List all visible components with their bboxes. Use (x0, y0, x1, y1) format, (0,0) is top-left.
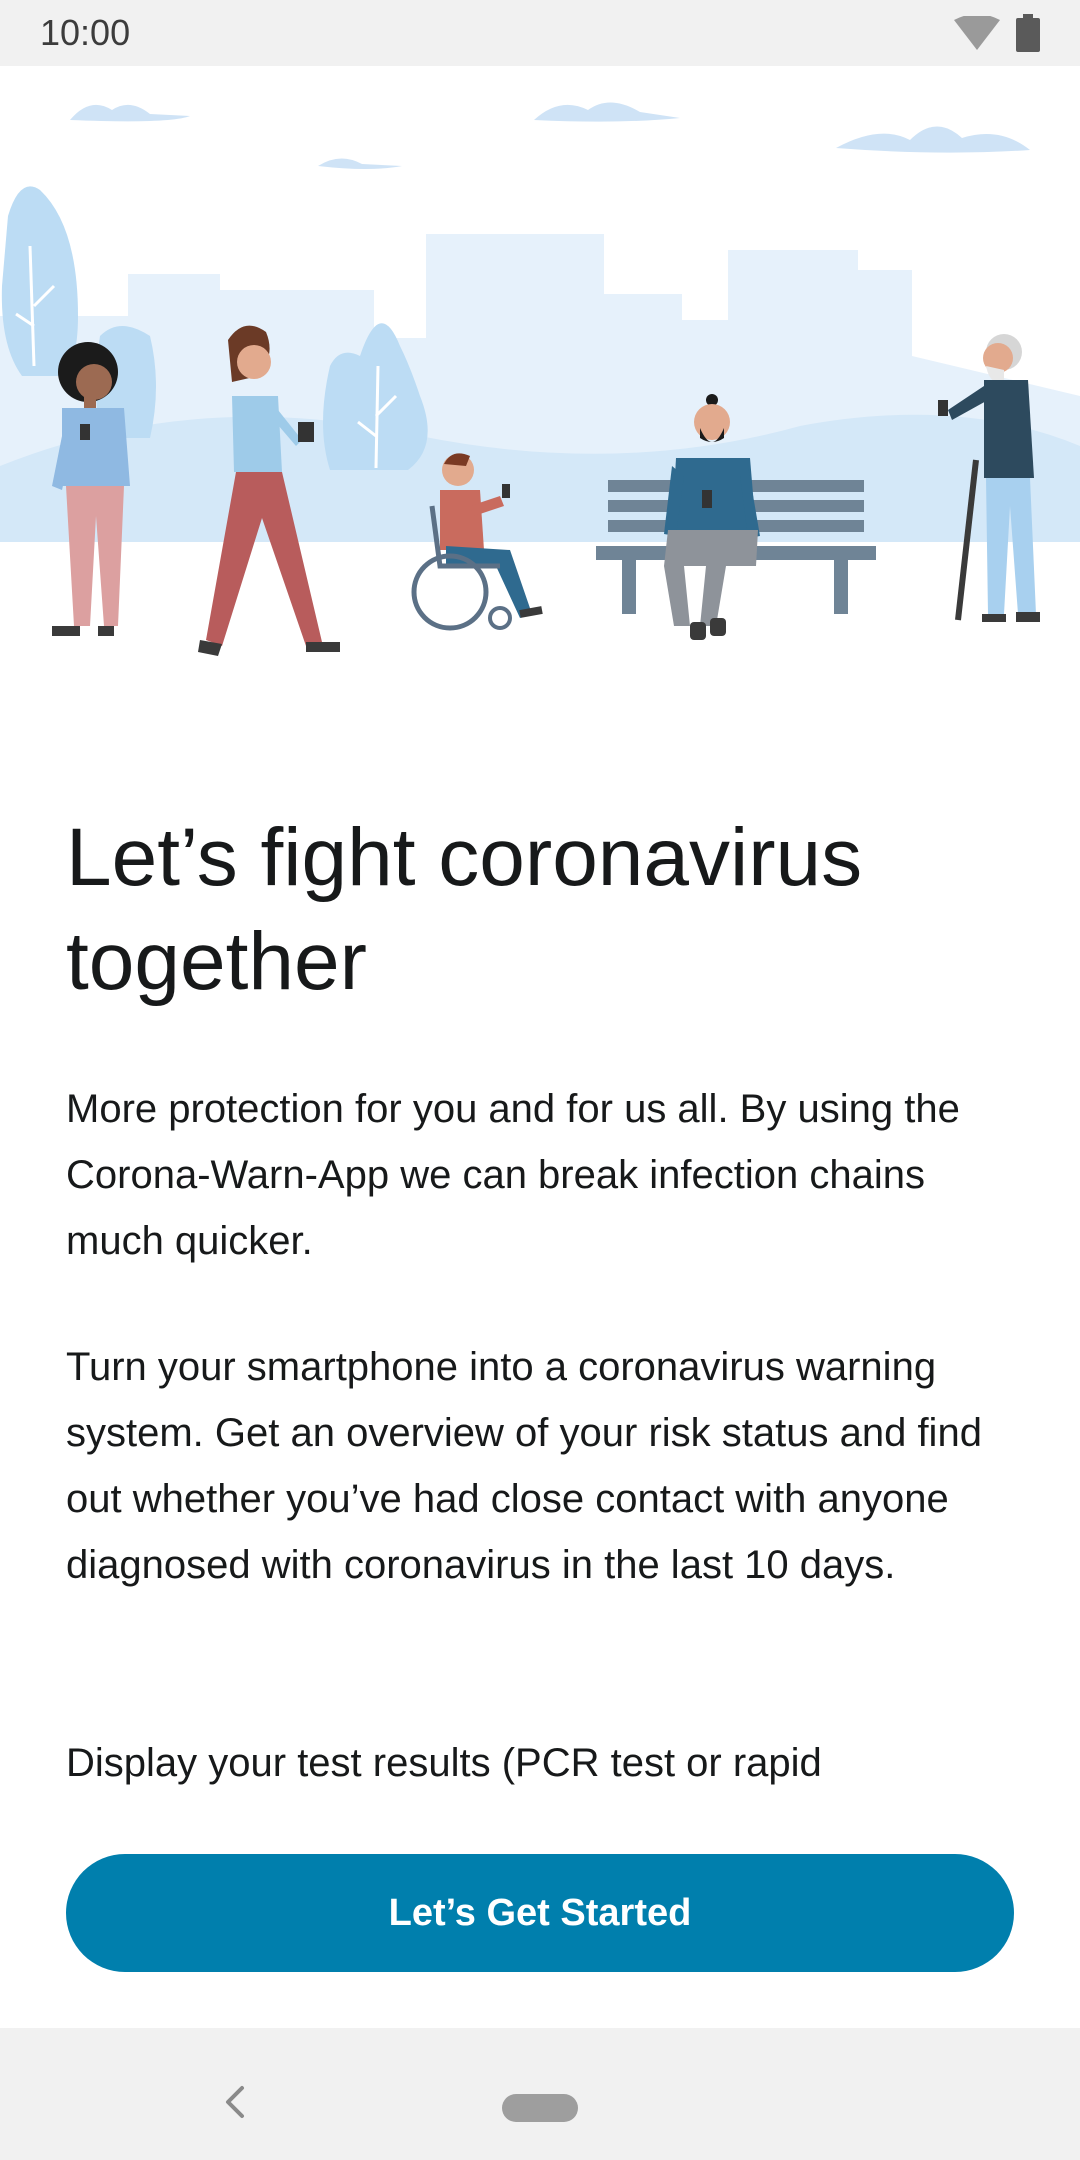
intro-paragraph-1: More protection for you and for us all. … (66, 1087, 960, 1263)
battery-icon (1016, 14, 1040, 52)
intro-paragraph-2: Turn your smartphone into a coronavirus … (66, 1345, 982, 1587)
home-pill-icon[interactable] (502, 2094, 578, 2122)
intro-paragraph-3: Display your test results (PCR test or r… (66, 1741, 822, 1785)
status-bar: 10:00 (0, 0, 1080, 66)
get-started-button[interactable]: Let’s Get Started (66, 1854, 1014, 1972)
back-icon[interactable] (222, 2084, 248, 2120)
system-navigation-bar (0, 2028, 1080, 2160)
wifi-icon (954, 16, 1000, 50)
hero-illustration (0, 102, 1080, 656)
status-time: 10:00 (40, 12, 131, 53)
page-title: Let’s fight coronavirus together (66, 812, 863, 1007)
